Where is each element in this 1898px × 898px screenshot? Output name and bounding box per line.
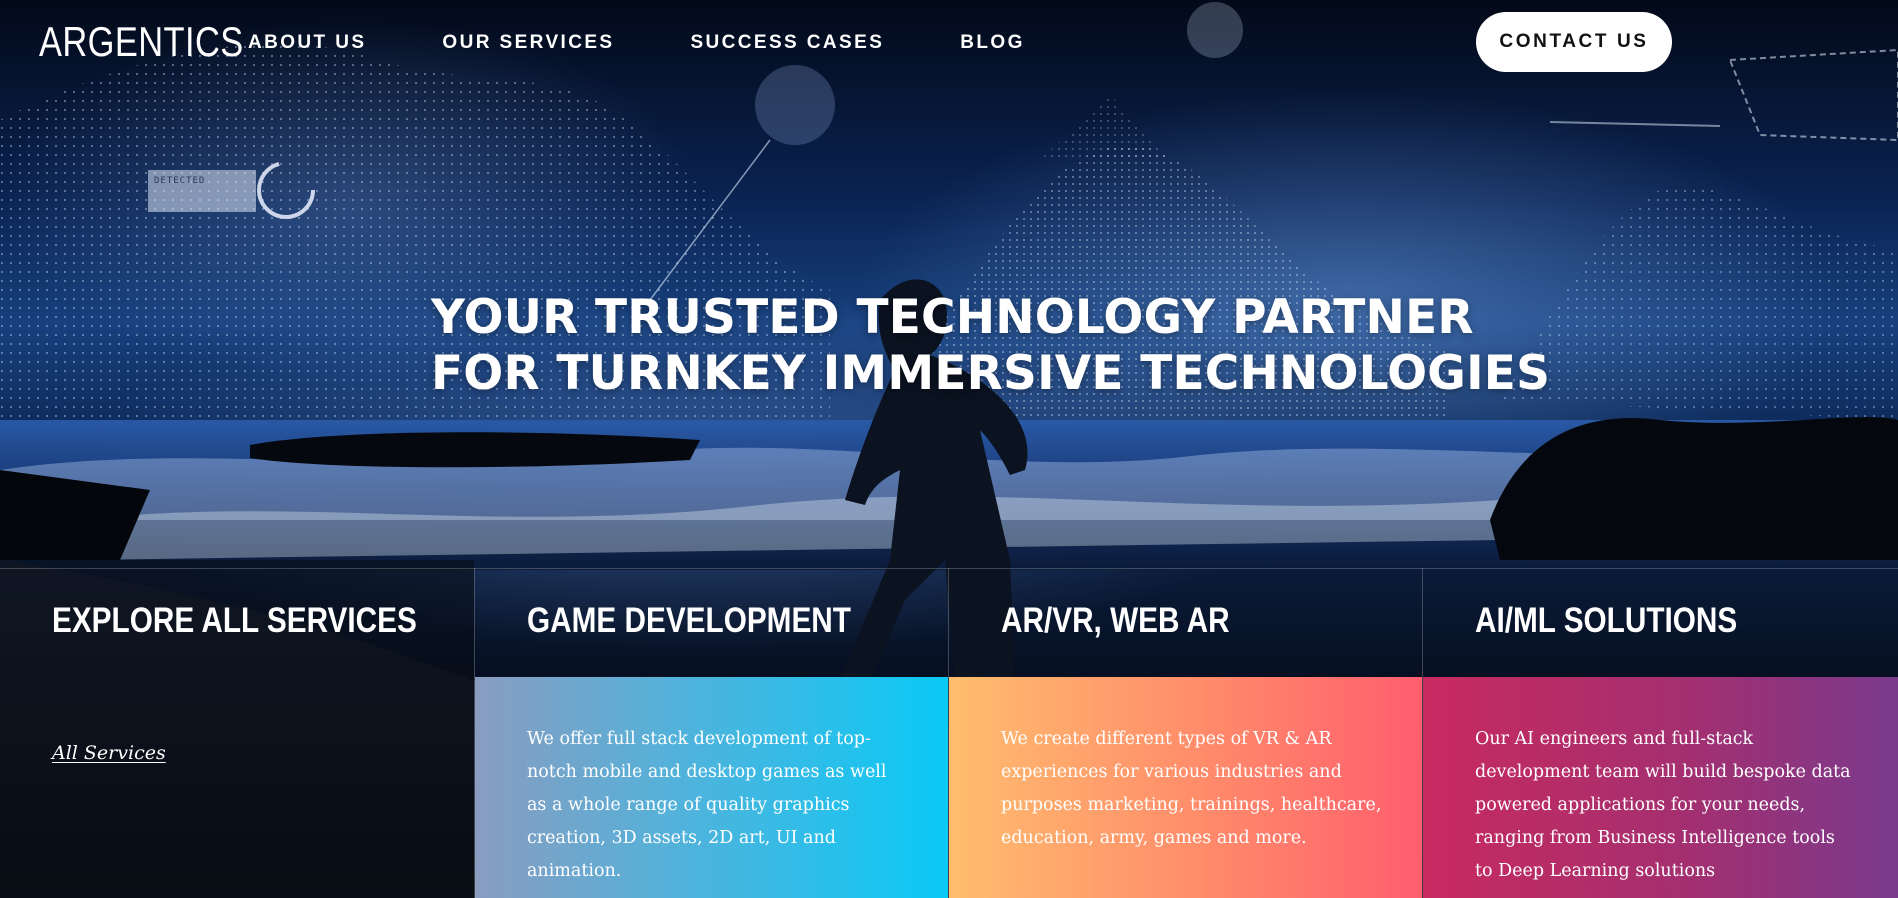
hero-headline: YOUR TRUSTED TECHNOLOGY PARTNER FOR TURN… xyxy=(431,290,1550,402)
service-description-panel: We offer full stack development of top-n… xyxy=(475,677,948,898)
nav-blog[interactable]: BLOG xyxy=(960,30,1025,56)
explore-services-column: EXPLORE ALL SERVICES All Services xyxy=(0,568,474,898)
brand-logo[interactable]: ARGENTICS xyxy=(39,18,244,66)
service-title: GAME DEVELOPMENT xyxy=(527,601,851,640)
page: DETECTED ARGENTICS ABOUT US OUR SERVICES… xyxy=(0,0,1898,898)
services-grid: EXPLORE ALL SERVICES All Services GAME D… xyxy=(0,568,1898,898)
service-description-panel: Our AI engineers and full-stack developm… xyxy=(1423,677,1898,898)
nav-about-us[interactable]: ABOUT US xyxy=(248,30,366,56)
service-description-panel: We create different types of VR & AR exp… xyxy=(949,677,1422,898)
service-description: We offer full stack development of top-n… xyxy=(527,729,887,881)
nav-success-cases[interactable]: SUCCESS CASES xyxy=(690,30,884,56)
service-description: Our AI engineers and full-stack developm… xyxy=(1475,729,1851,881)
contact-us-button[interactable]: CONTACT US xyxy=(1476,12,1672,72)
explore-services-title: EXPLORE ALL SERVICES xyxy=(52,601,417,640)
service-title: AR/VR, WEB AR xyxy=(1001,601,1230,640)
main-nav: ABOUT US OUR SERVICES SUCCESS CASES BLOG xyxy=(248,30,1025,56)
service-description: We create different types of VR & AR exp… xyxy=(1001,729,1382,848)
hero-headline-line-1: YOUR TRUSTED TECHNOLOGY PARTNER xyxy=(431,290,1474,345)
service-title: AI/ML SOLUTIONS xyxy=(1475,601,1738,640)
service-card-game-development[interactable]: GAME DEVELOPMENT We offer full stack dev… xyxy=(474,568,948,898)
service-card-ar-vr[interactable]: AR/VR, WEB AR We create different types … xyxy=(948,568,1422,898)
nav-our-services[interactable]: OUR SERVICES xyxy=(442,30,614,56)
service-card-ai-ml[interactable]: AI/ML SOLUTIONS Our AI engineers and ful… xyxy=(1422,568,1898,898)
all-services-link[interactable]: All Services xyxy=(52,742,166,764)
hud-detected-label: DETECTED xyxy=(154,176,206,186)
hero-headline-line-2: FOR TURNKEY IMMERSIVE TECHNOLOGIES xyxy=(431,346,1551,401)
